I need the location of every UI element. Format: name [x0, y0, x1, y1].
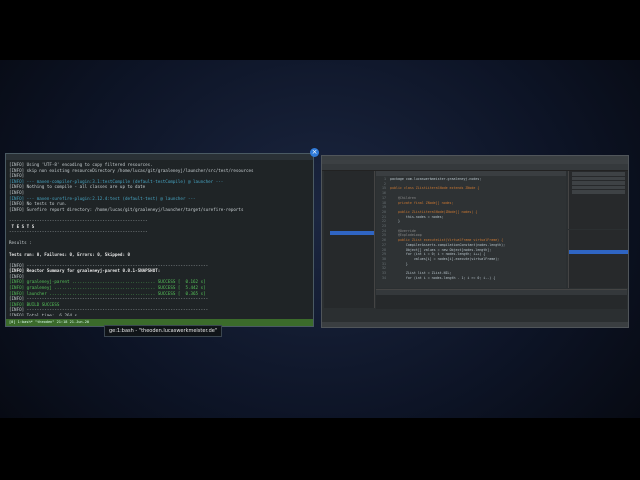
package-explorer[interactable] [324, 171, 375, 308]
ide-status-bar [322, 322, 628, 327]
editor-tabs[interactable] [376, 171, 566, 176]
code-text-line: } [390, 219, 400, 224]
terminal-line: [INFO] Total time: 6.264 s [9, 313, 78, 316]
outline-panel[interactable] [568, 171, 628, 229]
ide-toolbar[interactable] [322, 164, 628, 171]
letterbox-bottom [0, 418, 640, 480]
code-text-line: @ExplodeLoop [390, 233, 422, 238]
terminal-window[interactable]: [INFO] Using 'UTF-8' encoding to copy fi… [5, 153, 314, 327]
side-panel[interactable] [568, 230, 628, 288]
code-text-line: for (int i = nodes.length - 1; i >= 0; i… [390, 275, 496, 280]
code-text[interactable]: 1 package com.lucaswerkmeister.graaleneyj… [376, 177, 566, 288]
code-text-line: @Override [390, 228, 416, 233]
terminal-titlebar[interactable] [6, 154, 313, 160]
code-text-line: for (int i = 0; i < nodes.length; i++) { [390, 252, 486, 257]
window-tooltip: ge:1:bash - "theoden.lucaswerkmeister.de… [104, 325, 223, 337]
code-text-line: package com.lucaswerkmeister.graaleneyj.… [390, 177, 482, 181]
code-text-line: private final ZNode[] nodes; [390, 200, 454, 205]
code-text-line: public ZListLiteralNode(ZNode[] nodes) { [390, 209, 478, 214]
code-text-line: @Children [390, 195, 416, 200]
code-line: 34 for (int i = nodes.length - 1; i >= 0… [376, 276, 566, 281]
code-text-line: public class ZListLiteralNode extends ZN… [390, 186, 480, 191]
code-text-line: this.nodes = nodes; [390, 214, 444, 219]
code-text-line: Object[] values = new Object[nodes.lengt… [390, 247, 492, 252]
selected-row[interactable] [569, 250, 628, 254]
close-icon[interactable]: × [310, 148, 319, 157]
problems-panel[interactable] [376, 289, 627, 309]
letterbox-top [0, 0, 640, 60]
ide-window[interactable]: 1 package com.lucaswerkmeister.graaleneyj… [321, 155, 629, 328]
code-text-line: values[i] = nodes[i].execute(virtualFram… [390, 256, 500, 261]
line-number: 34 [382, 275, 386, 280]
code-text-line: public ZList executeList(VirtualFrame vi… [390, 238, 504, 243]
code-text-line: CompilerAsserts.compilationConstant(node… [390, 242, 506, 247]
problems-header[interactable] [376, 290, 627, 295]
code-editor[interactable]: 1 package com.lucaswerkmeister.graaleneyj… [376, 171, 566, 288]
terminal-output: [INFO] Using 'UTF-8' encoding to copy fi… [9, 162, 310, 316]
explorer-item[interactable] [330, 295, 374, 299]
code-text-line: } [390, 261, 408, 266]
code-text-line: ZList list = ZList.NIL; [390, 271, 452, 276]
